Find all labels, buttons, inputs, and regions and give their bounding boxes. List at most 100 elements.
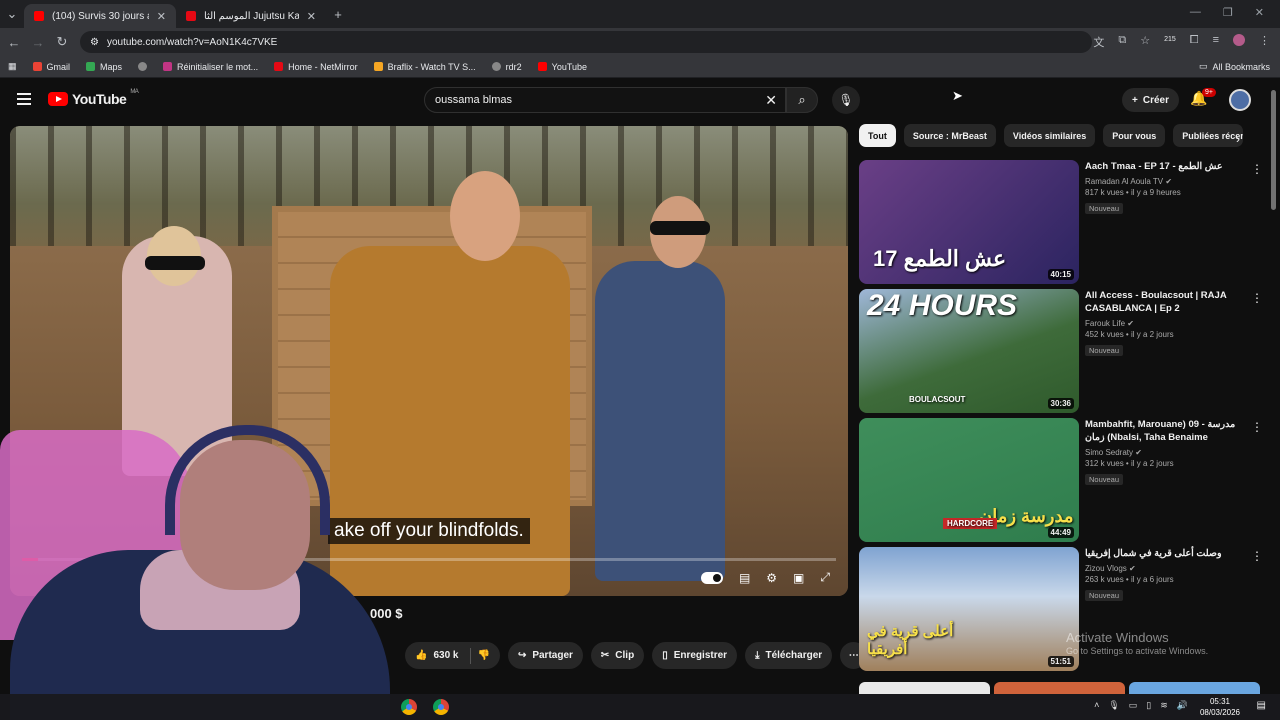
more-vert-icon[interactable]: ⋮: [1251, 291, 1263, 305]
recommendation-card[interactable]: 17 عش الطمع 40:15 Aach Tmaa - EP 17 - عش…: [859, 160, 1264, 284]
taskbar-clock[interactable]: 05:31 08/03/2026: [1200, 696, 1240, 718]
settings-gear-icon[interactable]: ⚙: [766, 571, 777, 585]
chrome-taskbar-icon[interactable]: [401, 699, 417, 715]
close-tab-icon[interactable]: ✕: [307, 10, 316, 23]
bookmark-rdr2[interactable]: rdr2: [491, 62, 522, 72]
media-icon[interactable]: ≡: [1213, 34, 1219, 50]
voice-search-button[interactable]: 🎙: [832, 86, 860, 114]
microphone-tray-icon[interactable]: 🎙: [1108, 700, 1119, 711]
recommendation-card[interactable]: مدرسة زمان HARDCORE 44:49 Mambahfit, Mar…: [859, 418, 1264, 542]
video-thumbnail[interactable]: 17 عش الطمع 40:15: [859, 160, 1079, 284]
miniplayer-icon[interactable]: ▣: [793, 571, 804, 585]
chip-source[interactable]: Source : MrBeast: [903, 124, 996, 147]
close-tab-icon[interactable]: ✕: [157, 10, 166, 23]
recommendation-title[interactable]: وصلت أعلى قرية في شمال إفريقيا: [1085, 547, 1250, 560]
chrome-taskbar-icon[interactable]: [433, 699, 449, 715]
minimize-icon[interactable]: —: [1190, 6, 1201, 19]
share-button[interactable]: ↪ Partager: [507, 642, 583, 669]
install-icon[interactable]: ⧉: [1118, 34, 1126, 50]
like-count: 630 k: [433, 650, 459, 661]
chip-similar[interactable]: Vidéos similaires: [1003, 124, 1096, 147]
video-thumbnail[interactable]: 24 HOURS BOULACSOUT 30:36: [859, 289, 1079, 413]
site-info-icon[interactable]: ⚙: [90, 37, 99, 48]
back-icon[interactable]: ←: [2, 35, 26, 50]
clear-search-icon[interactable]: ✕: [765, 92, 777, 109]
tab-list-icon[interactable]: ⌄: [0, 6, 24, 22]
search-button[interactable]: ⌕: [786, 87, 818, 113]
download-button[interactable]: ⤓ Télécharger: [745, 642, 833, 669]
bookmark-netmirror[interactable]: Home - NetMirror: [274, 62, 358, 72]
netmirror-icon: [274, 62, 284, 71]
restore-icon[interactable]: ❐: [1223, 6, 1233, 19]
share-icon: ↪: [517, 650, 527, 661]
clip-button[interactable]: ✂ Clip: [590, 642, 645, 669]
translate-icon[interactable]: 文: [1093, 34, 1104, 50]
like-button[interactable]: 👍 630 k 👎: [405, 642, 500, 669]
tab-anime[interactable]: الموسم الثا Jujutsu Kaisen انمي ✕: [176, 4, 326, 28]
more-vert-icon[interactable]: ⋮: [1251, 162, 1263, 176]
close-window-icon[interactable]: ✕: [1255, 6, 1264, 19]
bookmark-maps[interactable]: Maps: [86, 62, 122, 72]
extension-badge[interactable]: 215: [1164, 34, 1176, 50]
bookmark-gmail[interactable]: Gmail: [32, 62, 70, 72]
thumbnail-strip[interactable]: [994, 682, 1125, 694]
page-scrollbar[interactable]: [1271, 90, 1276, 210]
bookmark-star-icon[interactable]: ☆: [1140, 34, 1150, 50]
channel-name[interactable]: Farouk Life: [1085, 319, 1125, 328]
save-label: Enregistrer: [673, 650, 728, 661]
create-button[interactable]: + Créer: [1122, 88, 1179, 112]
fullscreen-icon[interactable]: ⤢: [820, 570, 830, 585]
bookmark-label: Maps: [100, 61, 123, 72]
more-vert-icon[interactable]: ⋮: [1251, 549, 1263, 563]
bookmark-globe[interactable]: [138, 62, 148, 71]
wifi-icon[interactable]: ≋: [1160, 700, 1168, 711]
chip-recent[interactable]: Publiées récem: [1173, 124, 1244, 147]
search-input[interactable]: oussama blmas ✕: [424, 87, 786, 113]
youtube-header: YouTube MA oussama blmas ✕ ⌕ 🎙 + Créer 🔔…: [0, 80, 1280, 120]
thumbnail-strip[interactable]: [859, 682, 990, 694]
recommendation-title[interactable]: Mambahfit, Marouane) 09 - مدرسة زمان (Nb…: [1085, 418, 1250, 444]
volume-icon[interactable]: 🔊: [1177, 700, 1188, 711]
video-thumbnail[interactable]: مدرسة زمان HARDCORE 44:49: [859, 418, 1079, 542]
reload-icon[interactable]: ↻: [50, 34, 74, 50]
upload-age: il y a 2 jours: [1130, 330, 1174, 339]
all-bookmarks[interactable]: ▭ All Bookmarks: [1199, 61, 1270, 72]
tab-youtube[interactable]: (104) Survis 30 jours au milieu d ✕: [24, 4, 176, 28]
notification-center-icon[interactable]: ▤: [1257, 700, 1266, 711]
tray-chevron-icon[interactable]: ˄: [1094, 700, 1099, 711]
autoplay-toggle[interactable]: [700, 571, 723, 584]
chip-for-you[interactable]: Pour vous: [1103, 124, 1166, 147]
menu-kebab-icon[interactable]: ⋮: [1259, 34, 1270, 50]
youtube-logo[interactable]: YouTube MA: [48, 89, 139, 107]
bookmark-braflix[interactable]: Braflix - Watch TV S...: [373, 62, 476, 72]
forward-icon[interactable]: →: [26, 35, 50, 50]
more-vert-icon[interactable]: ⋮: [1251, 420, 1263, 434]
channel-name[interactable]: Simo Sedraty: [1085, 448, 1133, 457]
bookmark-youtube[interactable]: YouTube: [537, 61, 588, 72]
video-thumbnail[interactable]: أعلى قرية في أفريقيا 51:51: [859, 547, 1079, 671]
profile-icon[interactable]: [1233, 34, 1245, 46]
thumbnail-strip[interactable]: [1129, 682, 1260, 694]
apps-icon[interactable]: ▦: [8, 61, 17, 72]
recommendation-filter-chips: Tout Source : MrBeast Vidéos similaires …: [859, 124, 1244, 147]
bookmark-instagram[interactable]: Réinitialiser le mot...: [163, 62, 258, 72]
recommendation-card[interactable]: 24 HOURS BOULACSOUT 30:36 All Access - B…: [859, 289, 1264, 413]
battery-icon[interactable]: ▯: [1146, 700, 1151, 711]
address-bar[interactable]: ⚙ youtube.com/watch?v=AoN1K4c7VKE: [80, 31, 1092, 53]
save-button[interactable]: ▯ Enregistrer: [652, 642, 738, 669]
captions-icon[interactable]: ▤: [739, 571, 750, 585]
channel-name[interactable]: Zizou Vlogs: [1085, 564, 1127, 573]
network-icon[interactable]: ▭: [1129, 700, 1138, 711]
recommendation-title[interactable]: All Access - Boulacsout | RAJA CASABLANC…: [1085, 289, 1250, 315]
chip-all[interactable]: Tout: [859, 124, 896, 147]
extensions-icon[interactable]: ⧠: [1190, 34, 1199, 50]
new-tab-button[interactable]: +: [326, 7, 350, 22]
recommendation-title[interactable]: Aach Tmaa - EP 17 - عش الطمع: [1085, 160, 1250, 173]
bookmark-label: YouTube: [551, 61, 588, 72]
chevron-right-icon[interactable]: ›: [1236, 132, 1240, 146]
bookmark-label: Home - NetMirror: [288, 61, 358, 72]
channel-name[interactable]: Ramadan Al Aoula TV: [1085, 177, 1163, 186]
thumbs-down-icon[interactable]: 👎: [477, 650, 489, 661]
hamburger-menu-icon[interactable]: [17, 93, 31, 108]
avatar[interactable]: [1229, 89, 1251, 111]
